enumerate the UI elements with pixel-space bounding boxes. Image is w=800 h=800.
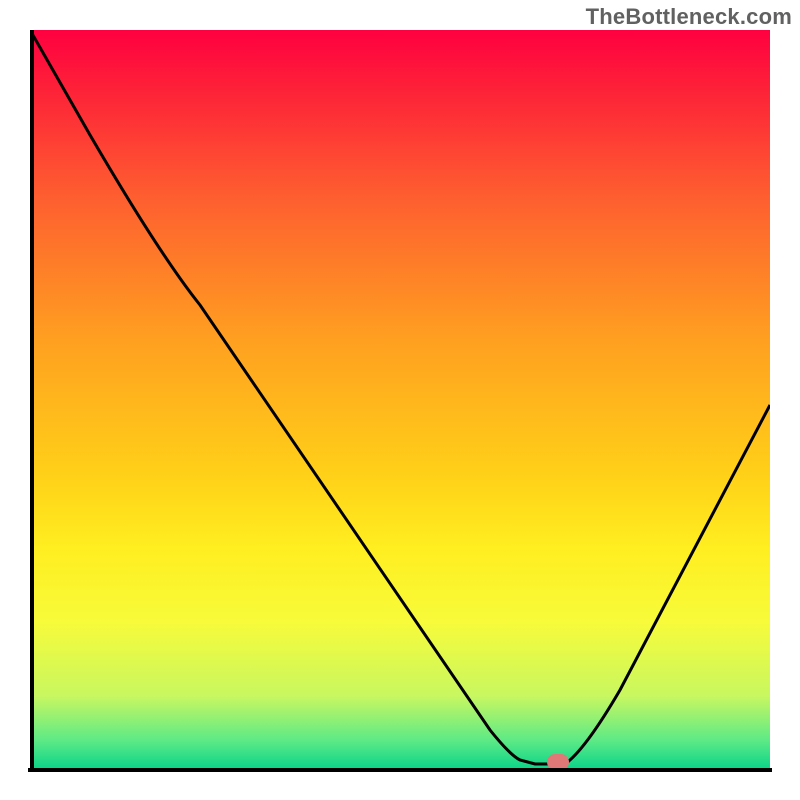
x-axis: [28, 768, 772, 772]
chart-container: TheBottleneck.com: [0, 0, 800, 800]
watermark-text: TheBottleneck.com: [586, 4, 792, 30]
curve-path: [30, 30, 770, 764]
y-axis: [30, 30, 34, 772]
bottleneck-curve: [30, 30, 770, 770]
